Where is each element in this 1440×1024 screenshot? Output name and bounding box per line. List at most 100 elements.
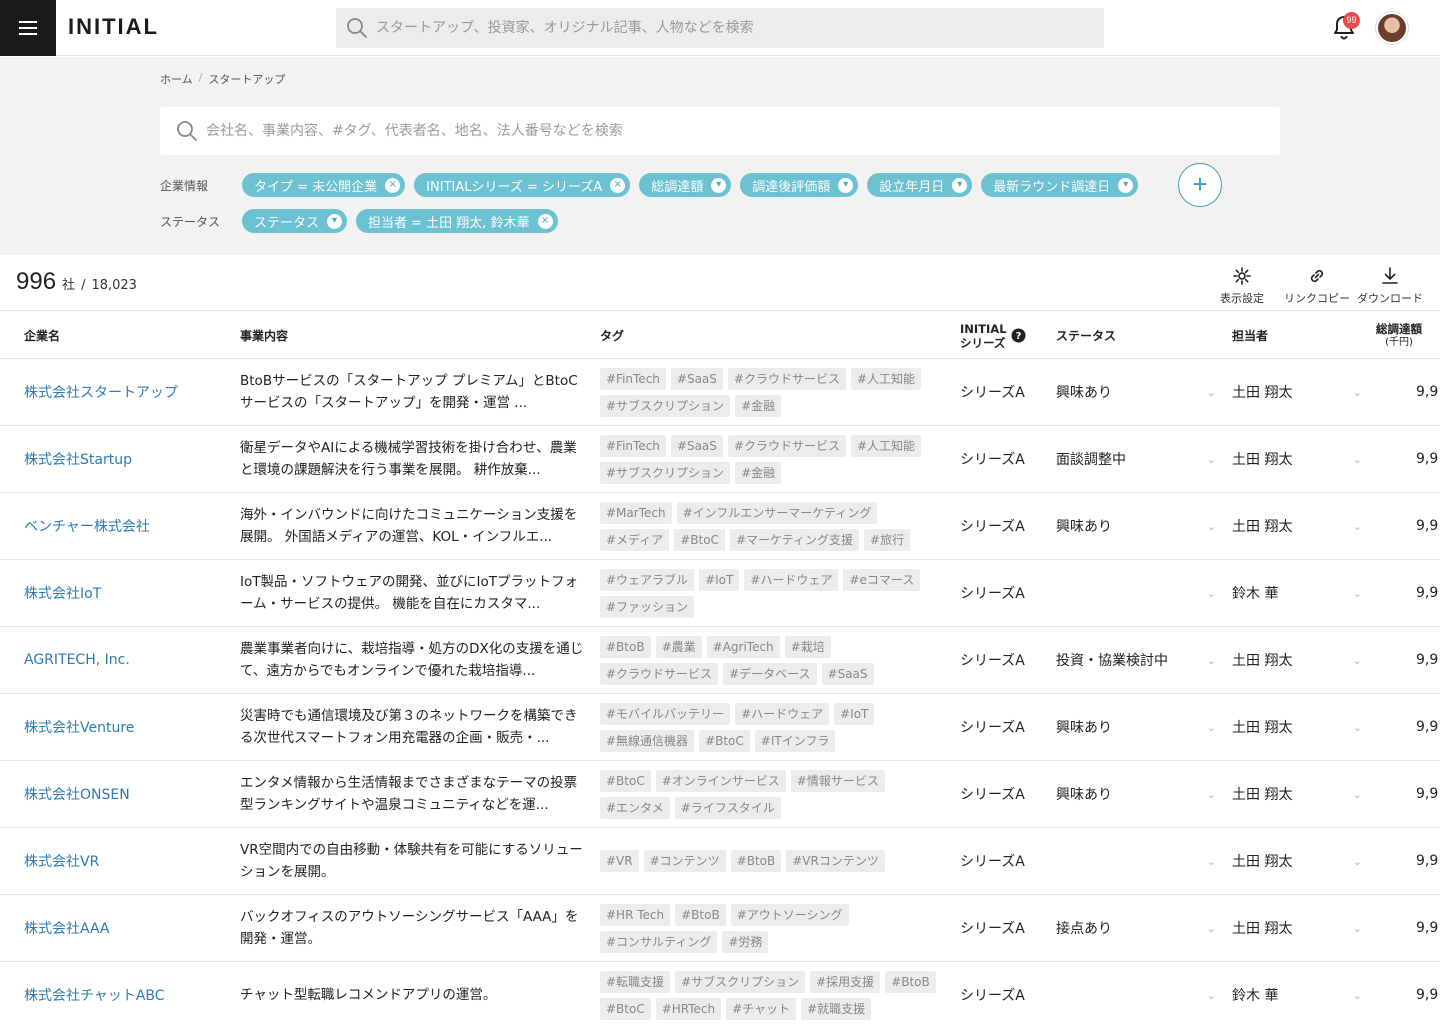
tag-chip[interactable]: #BtoC (600, 769, 651, 792)
column-header-series[interactable]: INITIAL シリーズ (960, 311, 1007, 360)
column-header-business[interactable]: 事業内容 (240, 311, 288, 360)
tag-chip[interactable]: #人工知能 (850, 434, 922, 457)
tag-chip[interactable]: #ITインフラ (754, 729, 836, 752)
tag-chip[interactable]: #BtoC (674, 528, 725, 551)
owner-dropdown[interactable]: 鈴木 華 ⌄ (1232, 962, 1362, 1024)
tag-chip[interactable]: #クラウドサービス (600, 662, 719, 685)
column-header-status[interactable]: ステータス (1056, 311, 1116, 360)
tag-chip[interactable]: #アウトソーシング (730, 903, 849, 926)
owner-dropdown[interactable]: 土田 翔太 ⌄ (1232, 694, 1362, 760)
tag-chip[interactable]: #モバイルバッテリー (600, 702, 731, 725)
column-header-tags[interactable]: タグ (600, 311, 624, 360)
tag-chip[interactable]: #BtoB (600, 635, 651, 658)
tag-chip[interactable]: #エンタメ (600, 796, 670, 819)
company-name-link[interactable]: 株式会社IoT (24, 560, 101, 626)
column-header-amount[interactable]: 総調達額 (千円) (1376, 311, 1422, 360)
tag-chip[interactable]: #労務 (722, 930, 769, 953)
tag-chip[interactable]: #HR Tech (600, 903, 671, 926)
tag-chip[interactable]: #ハードウェア (735, 702, 830, 725)
tag-chip[interactable]: #MarTech (600, 501, 672, 524)
close-icon[interactable]: × (610, 177, 626, 193)
tag-chip[interactable]: #農業 (655, 635, 702, 658)
tag-chip[interactable]: #HRTech (655, 997, 722, 1020)
tag-chip[interactable]: #VR (600, 850, 639, 872)
column-header-owner[interactable]: 担当者 (1232, 311, 1268, 360)
tag-chip[interactable]: #データベース (723, 662, 817, 685)
status-dropdown[interactable]: ⌄ (1056, 828, 1216, 894)
tag-chip[interactable]: #マーケティング支援 (729, 528, 860, 551)
filter-chip[interactable]: 担当者 = 土田 翔太, 鈴木華 × (356, 209, 558, 233)
chevron-down-icon[interactable]: ▾ (327, 213, 343, 229)
company-name-link[interactable]: 株式会社VR (24, 828, 99, 894)
column-header-company[interactable]: 企業名 (24, 311, 60, 360)
tag-chip[interactable]: #AgriTech (706, 635, 780, 658)
owner-dropdown[interactable]: 土田 翔太 ⌄ (1232, 627, 1362, 693)
tag-chip[interactable]: #クラウドサービス (727, 367, 846, 390)
company-name-link[interactable]: 株式会社チャットABC (24, 962, 165, 1024)
tag-chip[interactable]: #コンサルティング (600, 930, 718, 953)
status-dropdown[interactable]: 接点あり ⌄ (1056, 895, 1216, 961)
tag-chip[interactable]: #サブスクリプション (675, 970, 806, 993)
status-dropdown[interactable]: 興味あり ⌄ (1056, 493, 1216, 559)
company-name-link[interactable]: ベンチャー株式会社 (24, 493, 150, 559)
owner-dropdown[interactable]: 土田 翔太 ⌄ (1232, 761, 1362, 827)
tag-chip[interactable]: #サブスクリプション (600, 461, 731, 484)
tag-chip[interactable]: #BtoB (885, 970, 936, 993)
filter-chip[interactable]: 総調達額 ▾ (639, 173, 732, 197)
tag-chip[interactable]: #eコマース (843, 568, 921, 591)
tag-chip[interactable]: #サブスクリプション (600, 394, 731, 417)
close-icon[interactable]: × (537, 213, 553, 229)
tag-chip[interactable]: #無線通信機器 (600, 729, 695, 752)
status-dropdown[interactable]: 面談調整中 ⌄ (1056, 426, 1216, 492)
tag-chip[interactable]: #金融 (735, 394, 782, 417)
tag-chip[interactable]: #オンラインサービス (655, 769, 786, 792)
breadcrumb-home[interactable]: ホーム (160, 71, 193, 87)
app-logo[interactable]: INITIAL (68, 14, 159, 40)
close-icon[interactable]: × (385, 177, 401, 193)
global-search-input[interactable] (368, 8, 1104, 48)
filter-chip[interactable]: 最新ラウンド調達日 ▾ (981, 173, 1139, 197)
filter-chip[interactable]: ステータス ▾ (242, 209, 348, 233)
status-dropdown[interactable]: ⌄ (1056, 560, 1216, 626)
tag-chip[interactable]: #ウェアラブル (600, 568, 695, 591)
tag-chip[interactable]: #コンテンツ (643, 850, 726, 872)
tag-chip[interactable]: #FinTech (600, 434, 666, 457)
chevron-down-icon[interactable]: ▾ (1118, 177, 1134, 193)
chevron-down-icon[interactable]: ▾ (952, 177, 968, 193)
tag-chip[interactable]: #IoT (699, 568, 740, 591)
status-dropdown[interactable]: 興味あり ⌄ (1056, 761, 1216, 827)
tag-chip[interactable]: #BtoC (699, 729, 750, 752)
display-settings-button[interactable]: 表示設定 (1220, 266, 1264, 306)
tag-chip[interactable]: #栽培 (784, 635, 831, 658)
tag-chip[interactable]: #チャット (726, 997, 797, 1020)
tag-chip[interactable]: #SaaS (670, 434, 723, 457)
tag-chip[interactable]: #旅行 (864, 528, 911, 551)
tag-chip[interactable]: #情報サービス (790, 769, 885, 792)
company-name-link[interactable]: 株式会社スタートアップ (24, 359, 178, 425)
tag-chip[interactable]: #ハードウェア (744, 568, 839, 591)
company-name-link[interactable]: 株式会社ONSEN (24, 761, 130, 827)
download-button[interactable]: ダウンロード (1357, 266, 1423, 306)
tag-chip[interactable]: #VRコンテンツ (786, 850, 885, 872)
tag-chip[interactable]: #就職支援 (801, 997, 872, 1020)
add-filter-button[interactable]: + (1178, 163, 1222, 207)
help-icon[interactable]: ? (1011, 328, 1026, 343)
filter-chip[interactable]: 設立年月日 ▾ (867, 173, 973, 197)
tag-chip[interactable]: #採用支援 (810, 970, 881, 993)
status-dropdown[interactable]: 興味あり ⌄ (1056, 359, 1216, 425)
tag-chip[interactable]: #金融 (735, 461, 782, 484)
company-name-link[interactable]: 株式会社AAA (24, 895, 110, 961)
tag-chip[interactable]: #クラウドサービス (727, 434, 846, 457)
tag-chip[interactable]: #ライフスタイル (674, 796, 781, 819)
company-name-link[interactable]: 株式会社Venture (24, 694, 134, 760)
owner-dropdown[interactable]: 土田 翔太 ⌄ (1232, 359, 1362, 425)
tag-chip[interactable]: #BtoC (600, 997, 651, 1020)
tag-chip[interactable]: #SaaS (670, 367, 723, 390)
tag-chip[interactable]: #IoT (834, 702, 875, 725)
chevron-down-icon[interactable]: ▾ (711, 177, 727, 193)
owner-dropdown[interactable]: 土田 翔太 ⌄ (1232, 426, 1362, 492)
hamburger-menu-button[interactable] (0, 0, 56, 56)
status-dropdown[interactable]: 興味あり ⌄ (1056, 694, 1216, 760)
owner-dropdown[interactable]: 土田 翔太 ⌄ (1232, 828, 1362, 894)
tag-chip[interactable]: #FinTech (600, 367, 666, 390)
